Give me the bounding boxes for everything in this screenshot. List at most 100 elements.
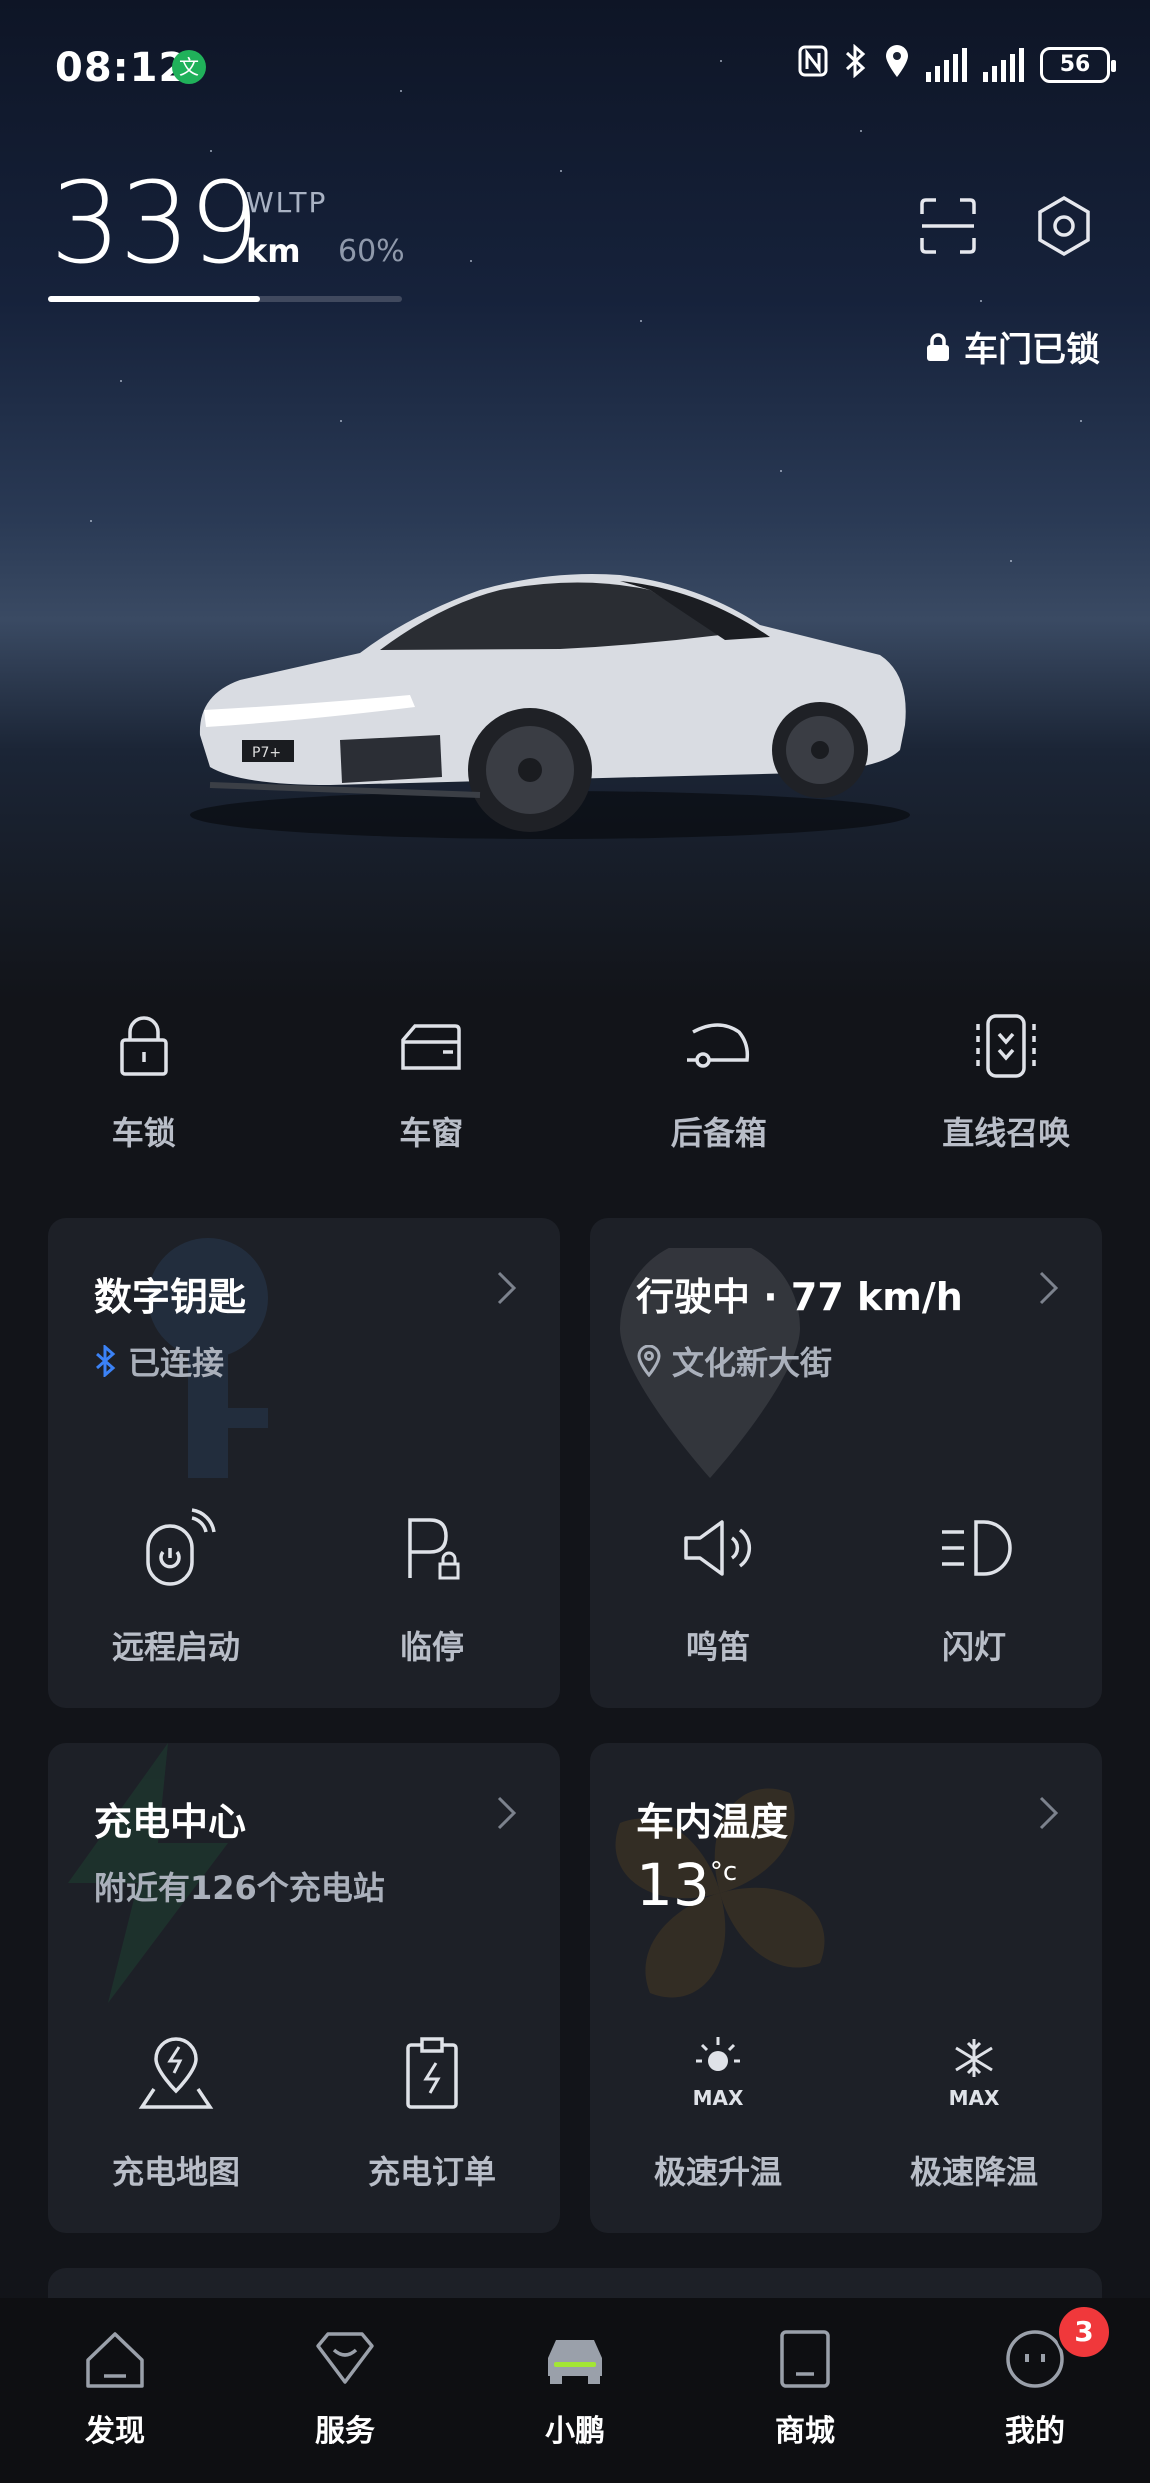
tab-discover-label: 发现 xyxy=(85,2414,145,2449)
cabin-temperature: 13°c xyxy=(636,1851,737,1919)
bluetooth-icon xyxy=(844,43,868,86)
lock-icon xyxy=(120,1016,168,1076)
remote-start-label: 远程启动 xyxy=(111,1628,240,1666)
tab-profile[interactable]: 我的 3 xyxy=(920,2298,1150,2483)
charging-map-button[interactable]: 充电地图 xyxy=(48,2033,304,2193)
vehicle-image[interactable]: P7+ xyxy=(180,545,920,845)
charging-map-label: 充电地图 xyxy=(111,2153,240,2191)
tab-profile-label: 我的 xyxy=(1005,2414,1065,2449)
max-heat-button[interactable]: MAX 极速升温 xyxy=(590,2033,846,2193)
location-pin-icon xyxy=(637,1345,661,1377)
charging-order-label: 充电订单 xyxy=(367,2153,496,2191)
charging-center-card[interactable]: 充电中心 附近有126个充电站 充电地图 充电订单 xyxy=(48,1743,560,2233)
tab-service[interactable]: 服务 xyxy=(230,2298,460,2483)
driving-status-card[interactable]: 行驶中 · 77 km/h 文化新大街 鸣笛 闪灯 xyxy=(590,1218,1102,1708)
charging-order-icon xyxy=(406,2037,458,2109)
tab-mall[interactable]: 商城 xyxy=(690,2298,920,2483)
range-progress-bar xyxy=(48,296,402,302)
tab-service-label: 服务 xyxy=(315,2414,375,2449)
max-cool-icon: MAX xyxy=(949,2039,1000,2110)
door-lock-status: 车门已锁 xyxy=(924,322,1100,371)
chevron-right-icon[interactable] xyxy=(496,1795,518,1831)
summon-icon xyxy=(976,1014,1036,1078)
digital-key-title: 数字钥匙 xyxy=(94,1275,247,1319)
flash-lights-button[interactable]: 闪灯 xyxy=(846,1508,1102,1668)
battery-percent: 60% xyxy=(338,234,405,269)
location-icon xyxy=(884,44,910,86)
charging-subtitle: 附近有126个充电站 xyxy=(94,1869,385,1907)
wechat-icon: 文 xyxy=(172,50,206,84)
car-icon xyxy=(548,2340,602,2384)
max-heat-icon: MAX xyxy=(693,2037,744,2110)
lock-icon xyxy=(927,332,949,361)
charging-map-icon xyxy=(138,2037,214,2109)
hero-background xyxy=(0,0,1150,1000)
temp-parking-icon xyxy=(408,1518,460,1580)
bottom-tab-bar: 发现 服务 小鹏 商城 我的 3 xyxy=(0,2298,1150,2483)
max-heat-label: 极速升温 xyxy=(653,2153,782,2191)
digital-key-status-label: 已连接 xyxy=(128,1344,225,1382)
quick-window[interactable]: 车窗 xyxy=(288,1010,576,1180)
quick-window-label: 车窗 xyxy=(399,1114,464,1152)
quick-trunk[interactable]: 后备箱 xyxy=(575,1010,863,1180)
max-heat-tag: MAX xyxy=(693,2086,744,2110)
temp-parking-label: 临停 xyxy=(399,1628,464,1666)
max-cool-label: 极速降温 xyxy=(909,2153,1038,2191)
range-standard: WLTP xyxy=(246,186,328,219)
max-cool-button[interactable]: MAX 极速降温 xyxy=(846,2033,1102,2193)
quick-summon[interactable]: 直线召唤 xyxy=(863,1010,1150,1180)
flash-lights-icon xyxy=(942,1520,1012,1576)
lock-status-label: 车门已锁 xyxy=(964,330,1100,370)
svg-text:P7+: P7+ xyxy=(252,745,281,761)
temp-parking-button[interactable]: 临停 xyxy=(304,1508,560,1668)
mall-icon xyxy=(780,2330,830,2388)
temperature-unit: °c xyxy=(709,1857,738,1887)
digital-key-status: 已连接 xyxy=(94,1338,224,1384)
horn-label: 鸣笛 xyxy=(685,1628,750,1666)
horn-button[interactable]: 鸣笛 xyxy=(590,1508,846,1668)
nfc-icon xyxy=(798,45,828,85)
status-bar: 08:12 文 56 xyxy=(0,0,1150,130)
quick-trunk-label: 后备箱 xyxy=(670,1114,767,1152)
chevron-right-icon[interactable] xyxy=(1038,1795,1060,1831)
window-icon xyxy=(401,1024,461,1070)
quick-lock[interactable]: 车锁 xyxy=(0,1010,288,1180)
scan-icon[interactable] xyxy=(918,196,978,256)
signal-icon xyxy=(926,48,967,82)
driving-location: 文化新大街 xyxy=(636,1338,832,1384)
notification-badge: 3 xyxy=(1056,2304,1112,2360)
battery-icon: 56 xyxy=(1040,47,1116,83)
range-unit: km xyxy=(246,232,301,270)
status-time: 08:12 xyxy=(55,45,188,91)
driving-location-label: 文化新大街 xyxy=(672,1344,833,1382)
horn-icon xyxy=(684,1520,752,1576)
tab-mall-label: 商城 xyxy=(775,2414,835,2449)
cabin-temperature-card[interactable]: 车内温度 13°c MAX 极速升温 MAX 极速降温 xyxy=(590,1743,1102,2233)
climate-title: 车内温度 xyxy=(636,1800,789,1844)
charging-title: 充电中心 xyxy=(94,1800,247,1844)
flash-lights-label: 闪灯 xyxy=(941,1628,1006,1666)
trunk-icon xyxy=(686,1023,749,1068)
charging-order-button[interactable]: 充电订单 xyxy=(304,2033,560,2193)
discover-icon xyxy=(86,2332,144,2388)
signal-icon xyxy=(983,48,1024,82)
remote-start-button[interactable]: 远程启动 xyxy=(48,1508,304,1668)
driving-title: 行驶中 · 77 km/h xyxy=(636,1275,963,1319)
tab-discover[interactable]: 发现 xyxy=(0,2298,230,2483)
service-icon xyxy=(316,2332,374,2384)
chevron-right-icon[interactable] xyxy=(496,1270,518,1306)
range-progress-fill xyxy=(48,296,261,302)
bluetooth-icon xyxy=(96,1345,116,1377)
digital-key-card[interactable]: 数字钥匙 已连接 远程启动 临停 xyxy=(48,1218,560,1708)
chevron-right-icon[interactable] xyxy=(1038,1270,1060,1306)
quick-summon-label: 直线召唤 xyxy=(942,1114,1071,1152)
range-value: 339 xyxy=(50,159,260,289)
temperature-value: 13 xyxy=(636,1851,710,1919)
tab-xpeng-label: 小鹏 xyxy=(545,2414,605,2449)
remote-start-icon xyxy=(146,1508,216,1586)
max-cool-tag: MAX xyxy=(949,2086,1000,2110)
tab-xpeng[interactable]: 小鹏 xyxy=(460,2298,690,2483)
settings-hexagon-icon[interactable] xyxy=(1032,194,1096,258)
quick-controls: 车锁 车窗 后备箱 直线召唤 xyxy=(0,1010,1150,1180)
quick-lock-label: 车锁 xyxy=(111,1114,176,1152)
